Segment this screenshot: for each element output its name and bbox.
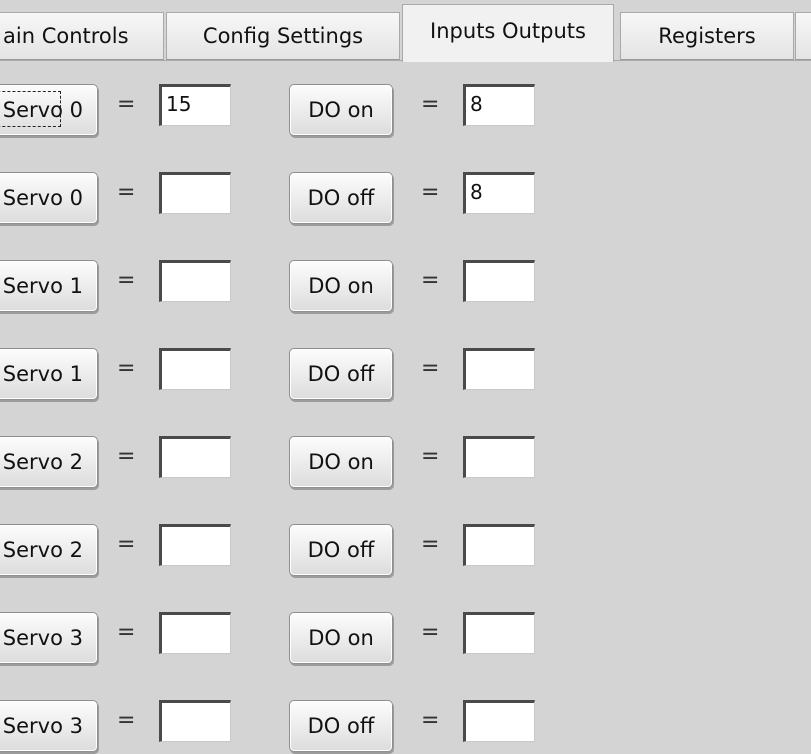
servo-value-field[interactable]: [159, 172, 231, 214]
do-button-label: DO on: [308, 626, 374, 650]
equals-sign: =: [117, 180, 136, 205]
do-value-field[interactable]: [463, 524, 535, 566]
io-row: Servo 1 = DO off =: [0, 342, 811, 402]
equals-sign: =: [421, 268, 440, 293]
servo-button-label: Servo 2: [2, 450, 83, 474]
do-value-field[interactable]: 8: [463, 84, 535, 126]
servo-button-label: Servo 2: [2, 538, 83, 562]
tab-registers[interactable]: Registers: [620, 12, 794, 60]
servo-button[interactable]: Servo 2: [0, 436, 98, 488]
equals-sign: =: [421, 356, 440, 381]
do-value-field[interactable]: [463, 348, 535, 390]
servo-value-field[interactable]: 15: [159, 84, 231, 126]
do-value-field[interactable]: [463, 260, 535, 302]
equals-sign: =: [421, 708, 440, 733]
io-row: Servo 3 = DO off =: [0, 694, 811, 754]
tab-main-controls[interactable]: ain Controls: [0, 12, 164, 60]
equals-sign: =: [117, 268, 136, 293]
do-value-field[interactable]: [463, 612, 535, 654]
servo-value-field[interactable]: [159, 700, 231, 742]
do-value-field[interactable]: [463, 700, 535, 742]
io-row: Servo 0 = 15 DO on = 8: [0, 78, 811, 138]
tab-config-settings[interactable]: Config Settings: [166, 12, 400, 60]
servo-button-label: Servo 3: [2, 714, 83, 738]
servo-button[interactable]: Servo 2: [0, 524, 98, 576]
servo-button[interactable]: Servo 1: [0, 348, 98, 400]
do-button-label: DO off: [307, 714, 375, 738]
do-button-label: DO off: [307, 186, 375, 210]
do-value-field[interactable]: 8: [463, 172, 535, 214]
tab-strip: ain Controls Config Settings Registers I…: [0, 0, 811, 62]
io-row: Servo 0 = DO off = 8: [0, 166, 811, 226]
do-button-label: DO off: [307, 538, 375, 562]
equals-sign: =: [421, 180, 440, 205]
do-button[interactable]: DO on: [289, 436, 393, 488]
do-button[interactable]: DO on: [289, 612, 393, 664]
servo-button-label: Servo 1: [2, 362, 83, 386]
tab-inputs-outputs[interactable]: Inputs Outputs: [402, 4, 614, 62]
do-button[interactable]: DO off: [289, 172, 393, 224]
servo-button-label: Servo 0: [2, 98, 83, 122]
do-button-label: DO off: [307, 362, 375, 386]
equals-sign: =: [421, 92, 440, 117]
servo-button[interactable]: Servo 3: [0, 612, 98, 664]
io-row: Servo 2 = DO on =: [0, 430, 811, 490]
equals-sign: =: [117, 620, 136, 645]
equals-sign: =: [117, 356, 136, 381]
servo-button-label: Servo 1: [2, 274, 83, 298]
equals-sign: =: [421, 620, 440, 645]
io-row: Servo 1 = DO on =: [0, 254, 811, 314]
servo-value-field[interactable]: [159, 612, 231, 654]
io-row: Servo 3 = DO on =: [0, 606, 811, 666]
servo-button[interactable]: Servo 3: [0, 700, 98, 752]
do-button-label: DO on: [308, 450, 374, 474]
equals-sign: =: [421, 532, 440, 557]
do-button[interactable]: DO on: [289, 84, 393, 136]
do-button[interactable]: DO on: [289, 260, 393, 312]
servo-value-field[interactable]: [159, 524, 231, 566]
servo-button-label: Servo 3: [2, 626, 83, 650]
servo-button[interactable]: Servo 0: [0, 172, 98, 224]
equals-sign: =: [117, 444, 136, 469]
equals-sign: =: [421, 444, 440, 469]
do-button-label: DO on: [308, 274, 374, 298]
do-value-field[interactable]: [463, 436, 535, 478]
servo-button-label: Servo 0: [2, 186, 83, 210]
do-button-label: DO on: [308, 98, 374, 122]
servo-value-field[interactable]: [159, 260, 231, 302]
servo-value-field[interactable]: [159, 348, 231, 390]
do-button[interactable]: DO off: [289, 524, 393, 576]
equals-sign: =: [117, 708, 136, 733]
servo-button[interactable]: Servo 1: [0, 260, 98, 312]
do-button[interactable]: DO off: [289, 348, 393, 400]
tab-next[interactable]: [795, 12, 811, 60]
do-button[interactable]: DO off: [289, 700, 393, 752]
io-row: Servo 2 = DO off =: [0, 518, 811, 578]
servo-value-field[interactable]: [159, 436, 231, 478]
equals-sign: =: [117, 532, 136, 557]
equals-sign: =: [117, 92, 136, 117]
servo-button[interactable]: Servo 0: [0, 84, 98, 136]
